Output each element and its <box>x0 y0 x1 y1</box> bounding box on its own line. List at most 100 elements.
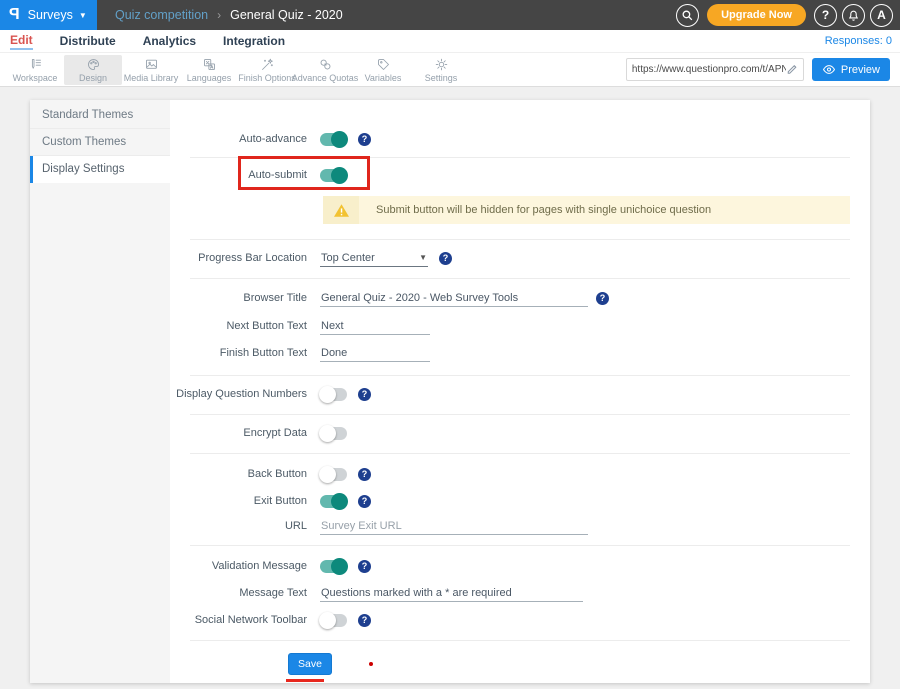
auto-submit-label: Auto-submit <box>170 169 307 181</box>
message-text-row: Message Text <box>170 584 870 602</box>
tab-edit[interactable]: Edit <box>10 33 33 50</box>
account-avatar[interactable]: A <box>870 4 893 27</box>
toolbar-right-group: Preview <box>626 58 890 81</box>
sidebar-item-display-settings[interactable]: Display Settings <box>30 156 170 183</box>
edit-url-button[interactable] <box>786 61 798 79</box>
preview-button[interactable]: Preview <box>812 58 890 81</box>
exit-url-row: URL <box>170 517 870 535</box>
search-button[interactable] <box>676 4 699 27</box>
top-header-bar: P Surveys ▼ Quiz competition › General Q… <box>0 0 900 30</box>
back-button-help-icon[interactable]: ? <box>358 468 371 481</box>
toolbar-languages[interactable]: Languages <box>180 55 238 85</box>
message-text-input[interactable] <box>320 585 583 602</box>
design-sidebar: Standard Themes Custom Themes Display Se… <box>30 100 170 683</box>
progress-bar-location-select[interactable]: Top Center ▼ <box>320 250 428 267</box>
progress-bar-location-label: Progress Bar Location <box>170 252 307 264</box>
page-background: Standard Themes Custom Themes Display Se… <box>0 87 900 689</box>
exit-url-input[interactable] <box>320 518 588 535</box>
message-text-label: Message Text <box>170 587 307 599</box>
toolbar-settings[interactable]: Settings <box>412 55 470 85</box>
exit-button-row: Exit Button ? <box>170 492 870 510</box>
browser-title-input[interactable] <box>320 290 588 307</box>
variables-tag-icon <box>375 57 392 72</box>
upgrade-now-button[interactable]: Upgrade Now <box>707 4 806 26</box>
toolbar-workspace[interactable]: Workspace <box>6 55 64 85</box>
finish-options-wand-icon <box>259 57 276 72</box>
auto-advance-help-icon[interactable]: ? <box>358 133 371 146</box>
validation-message-row: Validation Message ? <box>170 557 870 575</box>
display-question-numbers-toggle[interactable] <box>320 388 347 401</box>
toolbar-finish-options[interactable]: Finish Options <box>238 55 296 85</box>
breadcrumb-separator-icon: › <box>217 8 221 22</box>
display-question-numbers-row: Display Question Numbers ? <box>170 385 870 403</box>
finish-button-text-input[interactable] <box>320 345 430 362</box>
tab-distribute[interactable]: Distribute <box>60 34 116 48</box>
settings-gear-icon <box>433 57 450 72</box>
exit-button-toggle[interactable] <box>320 495 347 508</box>
selected-value: Top Center <box>321 252 375 264</box>
toolbar-media-library[interactable]: Media Library <box>122 55 180 85</box>
progress-bar-location-row: Progress Bar Location Top Center ▼ ? <box>170 249 870 267</box>
next-button-text-input[interactable] <box>320 318 430 335</box>
tab-integration[interactable]: Integration <box>223 34 285 48</box>
save-button-group: Save <box>288 653 332 682</box>
validation-message-help-icon[interactable]: ? <box>358 560 371 573</box>
help-button[interactable]: ? <box>814 4 837 27</box>
auto-submit-row: Auto-submit <box>170 166 870 184</box>
toggle-knob <box>331 493 348 510</box>
toggle-knob <box>319 466 336 483</box>
validation-message-toggle[interactable] <box>320 560 347 573</box>
notifications-button[interactable] <box>842 4 865 27</box>
save-button[interactable]: Save <box>288 653 332 675</box>
validation-message-label: Validation Message <box>170 560 307 572</box>
red-underline-annotation <box>286 679 324 682</box>
display-settings-panel: Auto-advance ? Auto-submit Submit button… <box>170 100 870 683</box>
advance-quotas-links-icon <box>317 57 334 72</box>
display-question-numbers-label: Display Question Numbers <box>170 388 307 400</box>
toolbar-design[interactable]: Design <box>64 55 122 85</box>
divider <box>190 375 850 376</box>
avatar-letter: A <box>877 8 886 22</box>
edit-toolbar: Workspace Design Media Library Languages… <box>0 53 900 87</box>
toolbar-advance-quotas[interactable]: Advance Quotas <box>296 55 354 85</box>
survey-nav-tabs: Edit Distribute Analytics Integration Re… <box>0 30 900 53</box>
eye-icon <box>822 64 836 75</box>
encrypt-data-toggle[interactable] <box>320 427 347 440</box>
social-network-toolbar-toggle[interactable] <box>320 614 347 627</box>
toggle-knob <box>319 425 336 442</box>
exit-button-help-icon[interactable]: ? <box>358 495 371 508</box>
survey-url-input[interactable] <box>632 64 786 75</box>
tab-analytics[interactable]: Analytics <box>143 34 196 48</box>
back-button-row: Back Button ? <box>170 465 870 483</box>
breadcrumb: Quiz competition › General Quiz - 2020 <box>115 8 343 22</box>
auto-advance-toggle[interactable] <box>320 133 347 146</box>
toggle-knob <box>331 131 348 148</box>
display-question-numbers-help-icon[interactable]: ? <box>358 388 371 401</box>
question-mark-icon: ? <box>822 8 829 22</box>
sidebar-item-custom-themes[interactable]: Custom Themes <box>30 129 170 156</box>
save-row: Save <box>288 653 870 682</box>
social-network-toolbar-label: Social Network Toolbar <box>170 614 307 626</box>
auto-advance-row: Auto-advance ? <box>170 130 870 148</box>
browser-title-help-icon[interactable]: ? <box>596 292 609 305</box>
finish-button-text-label: Finish Button Text <box>170 347 307 359</box>
exit-url-label: URL <box>170 520 307 532</box>
divider <box>190 239 850 240</box>
encrypt-data-label: Encrypt Data <box>170 427 307 439</box>
sidebar-item-standard-themes[interactable]: Standard Themes <box>30 102 170 129</box>
next-button-text-row: Next Button Text <box>170 317 870 335</box>
toggle-knob <box>331 167 348 184</box>
responses-count[interactable]: Responses: 0 <box>825 35 892 47</box>
red-dot-annotation <box>369 662 373 666</box>
media-library-icon <box>143 57 160 72</box>
bell-icon <box>847 9 860 22</box>
back-button-toggle[interactable] <box>320 468 347 481</box>
breadcrumb-survey-name: General Quiz - 2020 <box>230 8 343 22</box>
breadcrumb-folder[interactable]: Quiz competition <box>115 8 208 22</box>
auto-submit-toggle[interactable] <box>320 169 347 182</box>
surveys-menu[interactable]: P Surveys ▼ <box>0 0 97 30</box>
progress-bar-help-icon[interactable]: ? <box>439 252 452 265</box>
back-button-label: Back Button <box>170 468 307 480</box>
social-network-toolbar-help-icon[interactable]: ? <box>358 614 371 627</box>
toolbar-variables[interactable]: Variables <box>354 55 412 85</box>
